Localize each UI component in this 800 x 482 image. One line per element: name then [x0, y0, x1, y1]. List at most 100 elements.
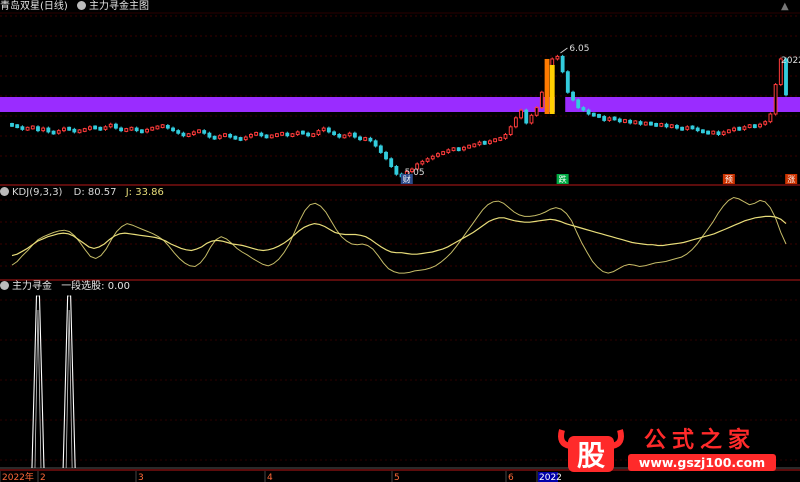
candle[interactable]	[758, 123, 762, 128]
candle[interactable]	[233, 135, 238, 140]
candle[interactable]	[425, 158, 430, 162]
candle[interactable]	[524, 109, 529, 124]
candle[interactable]	[285, 132, 290, 137]
candle[interactable]	[145, 128, 149, 133]
candle[interactable]	[773, 84, 778, 115]
candle[interactable]	[706, 130, 711, 135]
candle[interactable]	[700, 129, 705, 134]
candle[interactable]	[77, 129, 82, 134]
candle[interactable]	[321, 127, 326, 132]
candle[interactable]	[259, 132, 264, 137]
candle[interactable]	[612, 116, 617, 121]
candle[interactable]	[742, 126, 747, 130]
candle[interactable]	[306, 132, 311, 137]
candle[interactable]	[487, 140, 492, 144]
kdj-label[interactable]: KDJ(9,3,3)	[12, 187, 62, 198]
candle[interactable]	[15, 124, 20, 129]
candle[interactable]	[108, 123, 113, 128]
candle[interactable]	[674, 125, 679, 129]
candle[interactable]	[358, 136, 362, 141]
candle[interactable]	[711, 130, 716, 135]
candle[interactable]	[150, 126, 155, 131]
candle[interactable]	[373, 140, 378, 147]
candle[interactable]	[441, 151, 446, 155]
candle[interactable]	[269, 134, 274, 139]
candle[interactable]	[332, 131, 336, 135]
candle[interactable]	[311, 133, 316, 138]
candle[interactable]	[420, 160, 425, 165]
candle[interactable]	[586, 109, 591, 115]
candle[interactable]	[581, 107, 586, 111]
candle[interactable]	[352, 132, 357, 138]
candle[interactable]	[747, 124, 752, 129]
candle[interactable]	[659, 122, 664, 127]
candle[interactable]	[300, 130, 305, 135]
candle[interactable]	[62, 127, 66, 132]
breakout-candle[interactable]	[544, 58, 550, 114]
candle[interactable]	[768, 113, 773, 123]
candle[interactable]	[36, 126, 40, 132]
candle[interactable]	[519, 109, 524, 119]
candle[interactable]	[726, 129, 731, 134]
candle[interactable]	[191, 131, 196, 135]
candle[interactable]	[155, 125, 160, 130]
candle[interactable]	[98, 126, 103, 131]
candle[interactable]	[223, 133, 227, 138]
candle[interactable]	[721, 131, 726, 135]
candle[interactable]	[134, 127, 139, 132]
candle[interactable]	[737, 126, 742, 131]
candle[interactable]	[555, 55, 560, 60]
candle[interactable]	[482, 140, 487, 145]
candle[interactable]	[20, 126, 25, 130]
candle[interactable]	[394, 165, 399, 175]
candle[interactable]	[67, 126, 72, 131]
candle[interactable]	[212, 135, 217, 140]
candle[interactable]	[752, 124, 757, 129]
candle[interactable]	[617, 118, 622, 123]
candle[interactable]	[228, 133, 233, 138]
candle[interactable]	[529, 114, 534, 124]
candle[interactable]	[30, 125, 35, 130]
signal-label[interactable]: 主力寻金	[12, 281, 52, 292]
candle[interactable]	[477, 141, 482, 146]
candle[interactable]	[254, 131, 259, 136]
candle[interactable]	[46, 127, 51, 133]
candle[interactable]	[93, 125, 98, 130]
candle[interactable]	[763, 121, 768, 125]
indicator-title[interactable]: 主力寻金主图	[89, 1, 149, 12]
candle[interactable]	[628, 119, 633, 124]
candle[interactable]	[508, 126, 513, 135]
breakout-candle[interactable]	[549, 64, 555, 114]
gear-icon[interactable]	[0, 186, 9, 196]
candle[interactable]	[462, 146, 466, 151]
candle[interactable]	[690, 125, 695, 130]
candle[interactable]	[643, 121, 648, 126]
candle[interactable]	[280, 131, 285, 136]
candle[interactable]	[342, 134, 347, 139]
candle[interactable]	[446, 149, 451, 153]
candle[interactable]	[591, 112, 596, 117]
signal-marker-label[interactable]: 预	[725, 174, 733, 184]
candle[interactable]	[363, 137, 368, 141]
gear-icon[interactable]	[77, 0, 86, 10]
candle[interactable]	[607, 117, 612, 121]
candle[interactable]	[72, 128, 77, 133]
candle[interactable]	[436, 153, 440, 157]
candle[interactable]	[274, 133, 279, 138]
candle[interactable]	[378, 145, 383, 153]
candle[interactable]	[51, 130, 56, 135]
candle[interactable]	[560, 55, 565, 73]
candle[interactable]	[716, 131, 721, 135]
site-url[interactable]: www.gszj100.com	[639, 455, 765, 470]
gear-icon[interactable]	[0, 280, 9, 290]
candle[interactable]	[638, 121, 643, 125]
candle-layer[interactable]	[10, 54, 788, 179]
candle[interactable]	[25, 126, 30, 131]
candle[interactable]	[456, 147, 461, 152]
candle[interactable]	[202, 130, 207, 134]
candle[interactable]	[160, 124, 165, 129]
candle[interactable]	[124, 128, 129, 132]
candle[interactable]	[181, 132, 186, 137]
candle[interactable]	[451, 147, 456, 152]
candle[interactable]	[165, 125, 170, 129]
